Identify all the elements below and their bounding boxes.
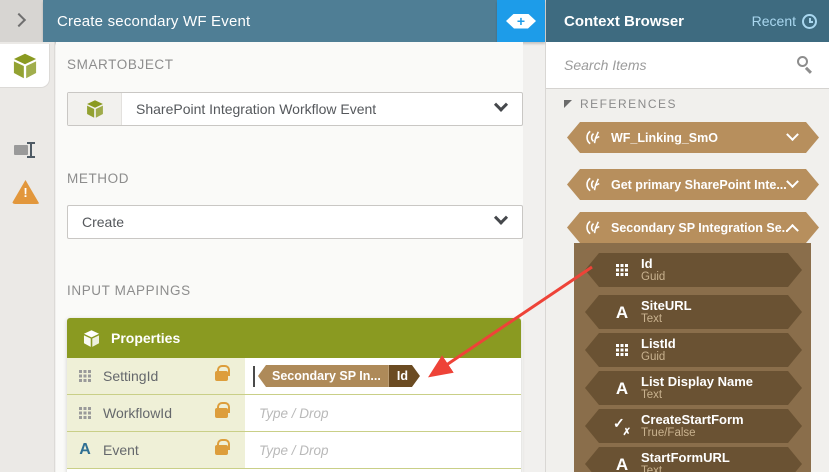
guid-grid-icon — [616, 264, 628, 276]
reference-waves-icon — [585, 218, 604, 237]
references-section-toggle[interactable]: REFERENCES — [564, 97, 677, 111]
plus-hexagon-icon: + — [506, 14, 536, 29]
mapping-token[interactable]: Secondary SP In... Id — [258, 365, 420, 387]
field-item-listid[interactable]: ListId Guid — [585, 333, 802, 367]
reference-waves-icon — [585, 128, 604, 147]
recent-label: Recent — [751, 13, 796, 29]
cube-icon — [86, 100, 103, 118]
mapping-input-event[interactable]: Type / Drop — [245, 432, 521, 468]
method-label: METHOD — [67, 171, 130, 186]
page-title: Create secondary WF Event — [57, 12, 251, 30]
text-a-icon: A — [615, 378, 629, 398]
method-value: Create — [82, 214, 125, 230]
lock-icon — [215, 402, 230, 418]
chevron-down-icon — [493, 97, 509, 112]
token-reference-label: Secondary SP In... — [258, 365, 389, 387]
table-row: SettingId Secondary SP In... Id — [67, 358, 521, 395]
method-dropdown[interactable]: Create — [67, 205, 523, 239]
k2-designer: Create secondary WF Event + ! SMARTOBJEC… — [0, 0, 829, 472]
property-name: SettingId — [103, 368, 159, 384]
type-drop-placeholder: Type / Drop — [259, 442, 329, 458]
lock-icon — [215, 365, 230, 381]
warning-icon: ! — [11, 180, 40, 204]
cube-icon — [13, 53, 36, 78]
token-field-label: Id — [389, 365, 420, 387]
guid-grid-icon — [79, 370, 91, 382]
search-icon[interactable] — [795, 55, 815, 75]
wizard-header: Create secondary WF Event — [43, 0, 497, 42]
chevron-right-icon — [11, 12, 27, 28]
mapping-input-workflowid[interactable]: Type / Drop — [245, 395, 521, 431]
add-context-button[interactable]: + — [497, 0, 545, 42]
properties-header: Properties — [67, 318, 521, 358]
smartobject-dropdown[interactable]: SharePoint Integration Workflow Event — [67, 92, 523, 126]
smartobject-value: SharePoint Integration Workflow Event — [136, 101, 377, 117]
table-row: WorkflowId Type / Drop — [67, 395, 521, 432]
recent-button[interactable]: Recent — [752, 13, 829, 29]
context-browser-panel: Context Browser Recent REFERENCES WF_Lin… — [545, 0, 829, 472]
context-browser-title: Context Browser — [564, 12, 685, 30]
chevron-up-icon — [786, 224, 799, 237]
check-cross-icon: ✓ ✗ — [613, 415, 631, 438]
tab-rename[interactable] — [0, 128, 51, 172]
chevron-down-icon — [493, 210, 509, 225]
text-a-icon: A — [79, 441, 91, 458]
smartobject-label: SMARTOBJECT — [67, 57, 174, 72]
field-item-list-display-name[interactable]: A List Display Name Text — [585, 371, 802, 405]
wizard-body: SMARTOBJECT SharePoint Integration Workf… — [56, 42, 523, 472]
left-toolbar: ! — [0, 42, 55, 472]
guid-grid-icon — [616, 344, 628, 356]
search-input[interactable] — [546, 57, 795, 73]
references-label: REFERENCES — [580, 97, 678, 111]
cube-icon — [83, 329, 100, 347]
field-item-siteurl[interactable]: A SiteURL Text — [585, 295, 802, 329]
property-name: Event — [103, 442, 139, 458]
clock-icon — [802, 13, 817, 29]
reference-waves-icon — [585, 175, 604, 194]
properties-table: Properties SettingId Secondary SP In... … — [67, 318, 521, 472]
input-mappings-label: INPUT MAPPINGS — [67, 283, 191, 298]
text-caret — [253, 365, 255, 387]
property-name: WorkflowId — [103, 405, 172, 421]
properties-title: Properties — [111, 330, 181, 346]
mapping-input-settingid[interactable]: Secondary SP In... Id — [245, 358, 521, 394]
reference-item-get-primary[interactable]: Get primary SharePoint Inte... — [567, 169, 819, 200]
chevron-down-icon — [786, 175, 799, 188]
collapse-panel-button[interactable] — [0, 0, 43, 42]
reference-item-wf-linking[interactable]: WF_Linking_SmO — [567, 122, 819, 153]
lock-icon — [215, 439, 230, 455]
tab-smartobject[interactable] — [0, 44, 50, 88]
table-row: A Event Type / Drop — [67, 432, 521, 469]
context-browser-header: Context Browser Recent — [546, 0, 829, 42]
guid-grid-icon — [79, 407, 91, 419]
field-item-startformurl[interactable]: A StartFormURL Text — [585, 447, 802, 472]
rename-icon — [13, 142, 38, 158]
reference-fields-container: Id Guid A SiteURL Text ListId Guid A Lis… — [574, 243, 811, 472]
tab-warnings[interactable]: ! — [0, 170, 51, 214]
search-bar — [546, 42, 829, 89]
text-a-icon: A — [615, 302, 629, 322]
field-item-id[interactable]: Id Guid — [585, 253, 802, 287]
reference-item-secondary-sp[interactable]: Secondary SP Integration Se... — [567, 212, 819, 243]
collapse-triangle-icon — [564, 100, 572, 108]
field-item-createstartform[interactable]: ✓ ✗ CreateStartForm True/False — [585, 409, 802, 443]
text-a-icon: A — [615, 454, 629, 472]
type-drop-placeholder: Type / Drop — [259, 405, 329, 421]
chevron-down-icon — [786, 128, 799, 141]
